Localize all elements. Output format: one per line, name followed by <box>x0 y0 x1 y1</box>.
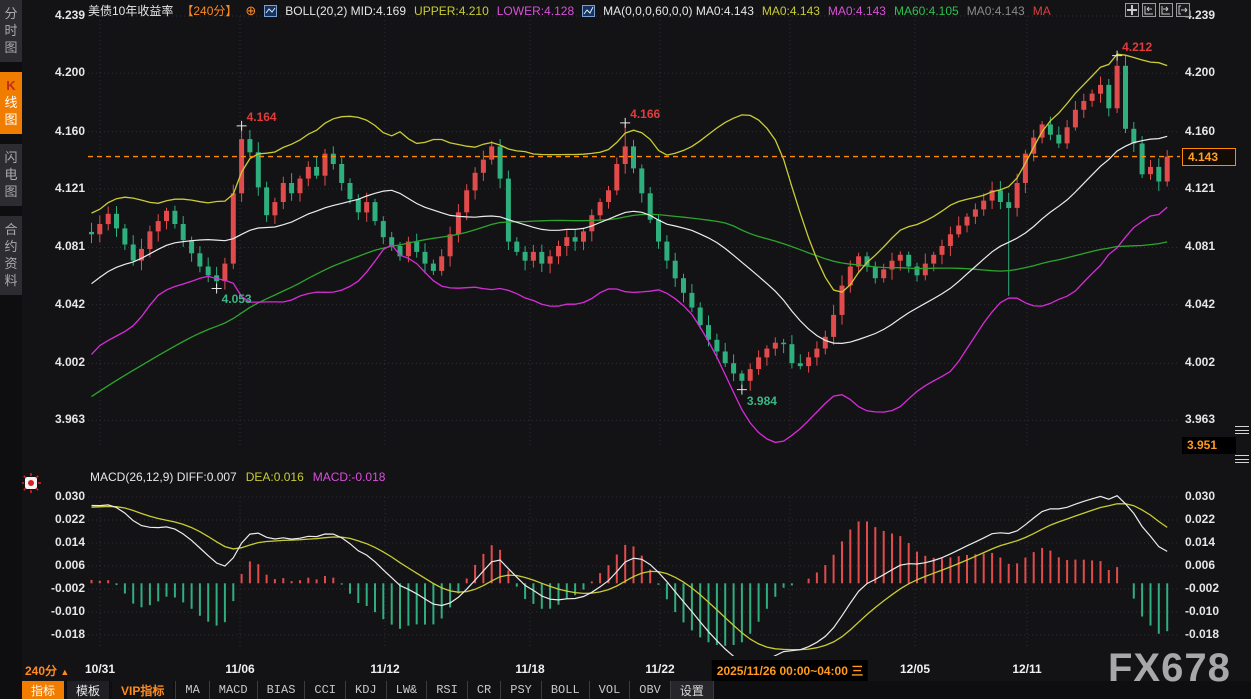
toolbar-item-CCI[interactable]: CCI <box>304 681 345 699</box>
ma-value: MA <box>1033 4 1051 18</box>
ma-value: MA0:4.143 <box>967 4 1025 18</box>
macd-name-diff: MACD(26,12,9) DIFF:0.007 <box>90 470 237 484</box>
toolbar-item-CR[interactable]: CR <box>467 681 500 699</box>
macd-dea-value: DEA:0.016 <box>246 470 304 484</box>
sidebar-tab-合约资料[interactable]: 合约资料 <box>0 216 22 295</box>
x-axis-date: 12/05 <box>900 662 930 676</box>
ma-value: MA60:4.105 <box>894 4 959 18</box>
ma-value: MA0:4.143 <box>762 4 820 18</box>
price-extreme-annotation: 3.984 <box>747 394 777 408</box>
toolbar-item-MACD[interactable]: MACD <box>209 681 257 699</box>
symbol-title: 美债10年收益率 <box>88 2 173 19</box>
boll-lower-value: LOWER:4.128 <box>497 4 574 18</box>
macd-value: MACD:-0.018 <box>313 470 386 484</box>
left-sidebar: 分时图 K线图闪电图合约资料 <box>0 0 22 699</box>
pan-right-icon[interactable] <box>1176 3 1190 17</box>
ma-values-list: MA0:4.143 MA0:4.143 MA60:4.105 MA0:4.143 MA <box>762 4 1059 18</box>
toolbar-item-MA[interactable]: MA <box>175 681 208 699</box>
toolbar-item-LW&[interactable]: LW& <box>386 681 427 699</box>
indicator-toolbar: 指标模板VIP指标MAMACDBIASCCIKDJLW&RSICRPSYBOLL… <box>0 681 1251 699</box>
toolbar-item-VOL[interactable]: VOL <box>589 681 630 699</box>
toolbar-item-KDJ[interactable]: KDJ <box>345 681 386 699</box>
toolbar-item-BOLL[interactable]: BOLL <box>541 681 589 699</box>
fx678-watermark: FX678 <box>1108 646 1231 691</box>
toolbar-item-BIAS[interactable]: BIAS <box>257 681 305 699</box>
x-axis-date: 11/06 <box>225 662 254 676</box>
toolbar-item-PSY[interactable]: PSY <box>500 681 541 699</box>
alert-sun-icon[interactable] <box>21 473 41 493</box>
chart-header: 美债10年收益率 【240分】 ⊕ BOLL(20,2) MID:4.169 U… <box>88 2 1059 19</box>
charting-app-window: 分时图 K线图闪电图合约资料 美债10年收益率 【240分】 ⊕ BOLL(20,… <box>0 0 1251 699</box>
sidebar-tab-分时图[interactable]: 分时图 <box>0 0 22 62</box>
boll-values: BOLL(20,2) MID:4.169 <box>285 4 406 18</box>
price-extreme-annotation: 4.212 <box>1122 40 1152 54</box>
selected-candle-time: 2025/11/26 00:00~04:00 三 <box>712 660 868 681</box>
scale-compress-left-icon[interactable] <box>1142 3 1156 17</box>
scale-compress-right-icon[interactable] <box>1159 3 1173 17</box>
toolbar-item-VIP指标[interactable]: VIP指标 <box>112 681 173 699</box>
period-selector[interactable]: 240分 ▲ <box>25 662 69 679</box>
chart-tool-icons <box>1125 3 1190 17</box>
sidebar-tab-闪电图[interactable]: 闪电图 <box>0 144 22 206</box>
toolbar-item-OBV[interactable]: OBV <box>629 681 670 699</box>
macd-header: MACD(26,12,9) DIFF:0.007 DEA:0.016 MACD:… <box>90 470 385 484</box>
ma-value: MA0:4.143 <box>828 4 886 18</box>
ma-group-values: MA(0,0,0,60,0,0) MA0:4.143 <box>603 4 754 18</box>
boll-indicator-icon[interactable] <box>264 5 277 17</box>
x-axis-date: 11/22 <box>645 662 674 676</box>
toolbar-item-RSI[interactable]: RSI <box>426 681 467 699</box>
x-axis-date: 12/11 <box>1012 662 1041 676</box>
x-axis-date: 11/12 <box>370 662 399 676</box>
price-extreme-annotation: 4.053 <box>222 292 252 306</box>
price-extreme-annotation: 4.166 <box>630 107 660 121</box>
sidebar-tab-K线图[interactable]: K线图 <box>0 72 22 134</box>
period-tag[interactable]: 【240分】 <box>181 2 237 19</box>
x-axis-date: 10/31 <box>85 662 115 676</box>
toolbar-item-指标[interactable]: 指标 <box>22 681 64 699</box>
crosshair-icon[interactable] <box>1125 3 1139 17</box>
add-indicator-icon[interactable]: ⊕ <box>245 3 256 19</box>
toolbar-item-设置[interactable]: 设置 <box>670 681 714 699</box>
ma-indicator-icon[interactable] <box>582 5 595 17</box>
boll-upper-value: UPPER:4.210 <box>414 4 489 18</box>
x-axis-date: 11/18 <box>515 662 544 676</box>
x-axis-row: 240分 ▲ 10/31 11/06 11/12 11/18 11/22 12/05 12/… <box>22 659 1251 681</box>
toolbar-item-模板[interactable]: 模板 <box>67 681 109 699</box>
price-extreme-annotation: 4.164 <box>247 110 277 124</box>
